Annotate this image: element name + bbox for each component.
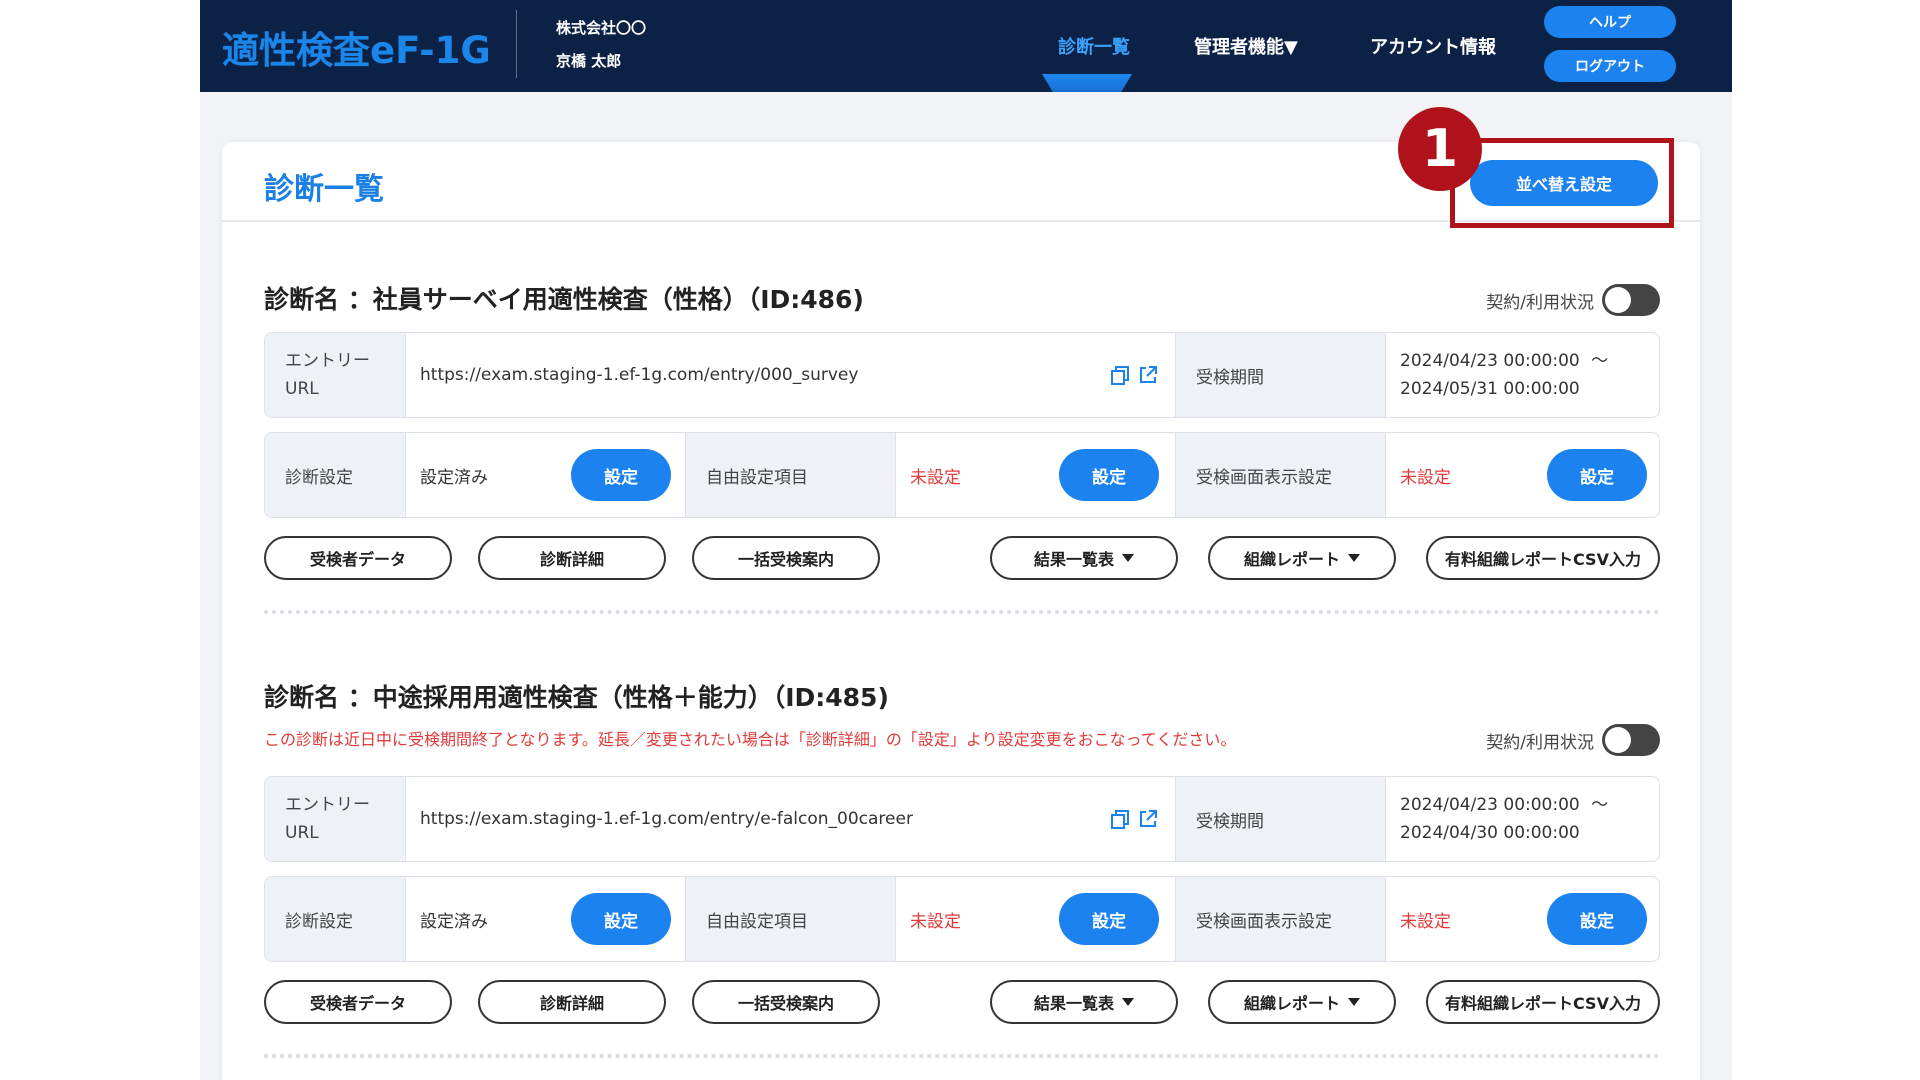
caret-down-icon (1122, 554, 1134, 562)
screen-setting-label: 受検画面表示設定 (1175, 877, 1385, 961)
action-buttons: 受検者データ 診断詳細 一括受検案内 結果一覧表 組織レポート 有料組織レポート… (264, 536, 1660, 580)
contract-status-toggle[interactable] (1602, 284, 1660, 316)
examinee-data-button[interactable]: 受検者データ (264, 536, 452, 580)
period-tilde: 〜 (1591, 795, 1609, 815)
screen-setting-label: 受検画面表示設定 (1175, 433, 1385, 517)
diagnosis-list-card: 診断一覧 並べ替え設定 診断名 ：社員サーベイ用適性検査（性格）（ID:486)… (222, 142, 1700, 1080)
diagnosis-block-486: 診断名 ：社員サーベイ用適性検査（性格）（ID:486) 契約/利用状況 エント… (264, 280, 1660, 620)
free-items-button[interactable]: 設定 (1059, 449, 1159, 501)
period-end: 2024/04/30 00:00:00 (1400, 823, 1580, 843)
period-value: 2024/04/23 00:00:00 〜 2024/05/31 00:00:0… (1385, 333, 1659, 417)
user-name: 京橋 太郎 (556, 52, 622, 70)
results-list-button[interactable]: 結果一覧表 (990, 536, 1178, 580)
nav-account-info[interactable]: アカウント情報 (1370, 0, 1496, 92)
bulk-invite-button[interactable]: 一括受検案内 (692, 536, 880, 580)
org-report-label: 組織レポート (1243, 550, 1340, 569)
diagnosis-title: 診断名 ：中途採用用適性検査（性格＋能力）（ID:485) (264, 683, 889, 712)
diagnosis-title: 診断名 ：社員サーベイ用適性検査（性格）（ID:486) (264, 285, 864, 314)
external-link-icon[interactable] (1137, 364, 1159, 386)
caret-down-icon (1348, 554, 1360, 562)
entry-url-row: エントリー URL https://exam.staging-1.ef-1g.c… (264, 776, 1660, 862)
paid-report-csv-button[interactable]: 有料組織レポートCSV入力 (1426, 536, 1660, 580)
toggle-knob (1605, 727, 1631, 753)
settings-row: 診断設定 設定済み 設定 自由設定項目 未設定 設定 受検画面表示設定 未設定 … (264, 876, 1660, 962)
toggle-knob (1605, 287, 1631, 313)
header-divider (516, 10, 517, 78)
diag-setting-label: 診断設定 (265, 877, 405, 961)
expiry-warning: この診断は近日中に受検期間終了となります。延長／変更されたい場合は「診断詳細」の… (264, 730, 1237, 749)
settings-row: 診断設定 設定済み 設定 自由設定項目 未設定 設定 受検画面表示設定 未設定 … (264, 432, 1660, 518)
nav-admin-functions[interactable]: 管理者機能▼ (1194, 0, 1298, 92)
external-link-icon[interactable] (1137, 808, 1159, 830)
entry-url-value[interactable]: https://exam.staging-1.ef-1g.com/entry/0… (405, 333, 1175, 417)
section-separator (264, 1054, 1660, 1058)
app-logo[interactable]: 適性検査eF-1G (222, 20, 491, 74)
period-tilde: 〜 (1591, 351, 1609, 371)
logout-button[interactable]: ログアウト (1544, 50, 1676, 82)
step-highlight-box (1450, 138, 1674, 228)
diagnosis-detail-button[interactable]: 診断詳細 (478, 536, 666, 580)
org-report-label: 組織レポート (1243, 994, 1340, 1013)
org-report-button[interactable]: 組織レポート (1208, 980, 1396, 1024)
diag-setting-label: 診断設定 (265, 433, 405, 517)
section-separator (264, 610, 1660, 614)
copy-icon[interactable] (1109, 364, 1131, 386)
top-header: 適性検査eF-1G 株式会社〇〇 京橋 太郎 診断一覧 管理者機能▼ アカウント… (200, 0, 1732, 92)
contract-status-label: 契約/利用状況 (1486, 292, 1594, 313)
results-list-label: 結果一覧表 (1033, 994, 1114, 1013)
contract-status-label: 契約/利用状況 (1486, 732, 1594, 753)
period-end: 2024/05/31 00:00:00 (1400, 379, 1580, 399)
page-title: 診断一覧 (264, 172, 384, 207)
screen-setting-button[interactable]: 設定 (1547, 893, 1647, 945)
org-report-button[interactable]: 組織レポート (1208, 536, 1396, 580)
bulk-invite-button[interactable]: 一括受検案内 (692, 980, 880, 1024)
examinee-data-button[interactable]: 受検者データ (264, 980, 452, 1024)
period-start: 2024/04/23 00:00:00 (1400, 795, 1580, 815)
contract-status: 契約/利用状況 (1486, 284, 1660, 316)
free-items-label: 自由設定項目 (685, 433, 895, 517)
entry-url-value[interactable]: https://exam.staging-1.ef-1g.com/entry/e… (405, 777, 1175, 861)
period-label: 受検期間 (1175, 777, 1385, 861)
action-buttons: 受検者データ 診断詳細 一括受検案内 結果一覧表 組織レポート 有料組織レポート… (264, 980, 1660, 1024)
period-label: 受検期間 (1175, 333, 1385, 417)
contract-status-toggle[interactable] (1602, 724, 1660, 756)
diagnosis-detail-button[interactable]: 診断詳細 (478, 980, 666, 1024)
period-value: 2024/04/23 00:00:00 〜 2024/04/30 00:00:0… (1385, 777, 1659, 861)
diagnosis-block-485: 診断名 ：中途採用用適性検査（性格＋能力）（ID:485) この診断は近日中に受… (264, 678, 1660, 1058)
nav-active-indicator (1042, 74, 1132, 92)
entry-url-label: エントリー URL (265, 777, 405, 861)
screen-setting-button[interactable]: 設定 (1547, 449, 1647, 501)
copy-icon[interactable] (1109, 808, 1131, 830)
caret-down-icon (1348, 998, 1360, 1006)
diag-setting-button[interactable]: 設定 (571, 893, 671, 945)
results-list-button[interactable]: 結果一覧表 (990, 980, 1178, 1024)
company-name: 株式会社〇〇 (556, 19, 647, 37)
help-button[interactable]: ヘルプ (1544, 6, 1676, 38)
free-items-button[interactable]: 設定 (1059, 893, 1159, 945)
step-number-badge: 1 (1398, 107, 1482, 191)
diag-setting-button[interactable]: 設定 (571, 449, 671, 501)
results-list-label: 結果一覧表 (1033, 550, 1114, 569)
entry-url-label: エントリー URL (265, 333, 405, 417)
entry-url-row: エントリー URL https://exam.staging-1.ef-1g.c… (264, 332, 1660, 418)
period-start: 2024/04/23 00:00:00 (1400, 351, 1580, 371)
contract-status: 契約/利用状況 (1486, 724, 1660, 756)
free-items-label: 自由設定項目 (685, 877, 895, 961)
caret-down-icon (1122, 998, 1134, 1006)
paid-report-csv-button[interactable]: 有料組織レポートCSV入力 (1426, 980, 1660, 1024)
